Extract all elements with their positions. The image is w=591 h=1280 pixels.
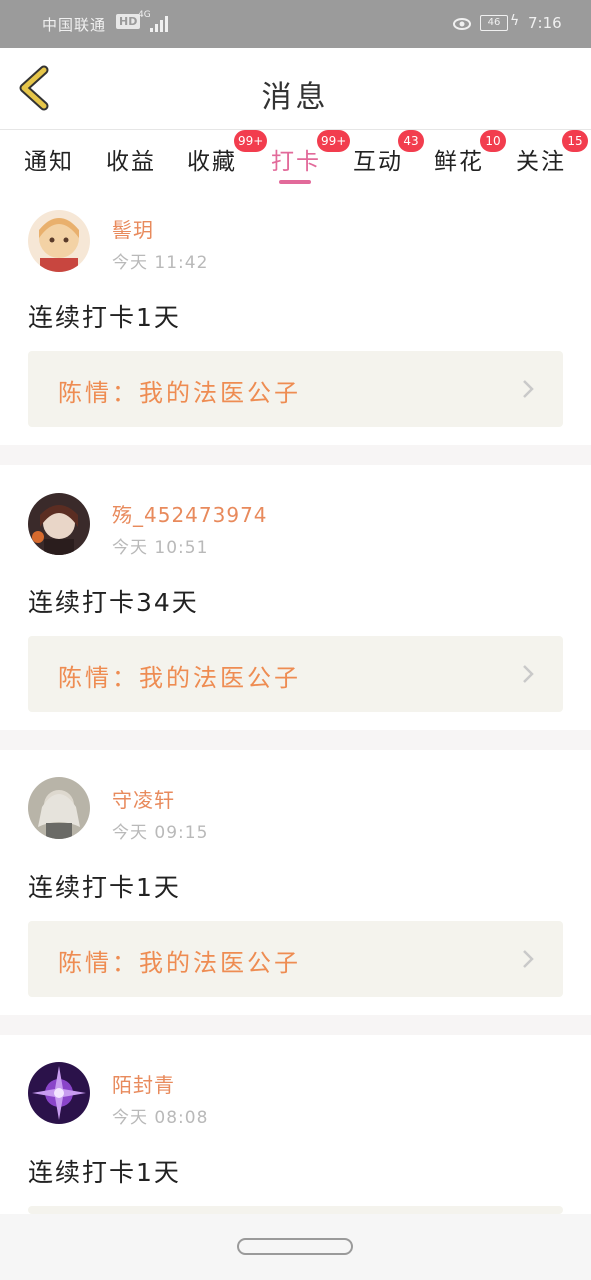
username[interactable]: 守凌轩	[112, 784, 175, 813]
tab-label: 收藏	[187, 149, 237, 175]
timestamp: 今天 10:51	[112, 538, 209, 558]
tab-follow[interactable]: 关注 15	[516, 130, 588, 192]
book-link[interactable]: 陈情：我的法医公子	[28, 921, 563, 997]
tab-checkin[interactable]: 打卡 99+	[271, 130, 351, 192]
tab-label: 互动	[353, 149, 403, 175]
tab-interaction[interactable]: 互动 43	[353, 130, 424, 192]
list-item: 殇_452473974 今天 10:51 连续打卡34天 陈情：我的法医公子	[0, 465, 591, 730]
system-nav-bar	[0, 1214, 591, 1280]
book-link[interactable]: 陈情：我的法医公子	[28, 636, 563, 712]
carrier-name: 中国联通	[42, 16, 107, 34]
signal-icon	[150, 16, 168, 32]
chevron-right-icon	[523, 665, 534, 683]
home-gesture-bar[interactable]	[237, 1238, 353, 1255]
header: 消息	[0, 48, 591, 130]
chevron-right-icon	[523, 950, 534, 968]
username[interactable]: 髻玥	[112, 214, 154, 243]
book-link-text: 陈情：我的法医公子	[58, 379, 301, 407]
list-item: 陌封青 今天 08:08 连续打卡1天	[0, 1035, 591, 1214]
book-link[interactable]: 陈情：我的法医公子	[28, 351, 563, 427]
message-text: 连续打卡1天	[28, 873, 181, 902]
book-link-text: 陈情：我的法医公子	[58, 949, 301, 977]
avatar[interactable]	[28, 493, 90, 555]
message-text: 连续打卡1天	[28, 1158, 181, 1187]
tab-badge: 99+	[234, 130, 268, 152]
tab-badge: 10	[480, 130, 506, 152]
tab-label: 收益	[106, 149, 156, 175]
book-link[interactable]	[28, 1206, 563, 1214]
list-item: 守凌轩 今天 09:15 连续打卡1天 陈情：我的法医公子	[0, 750, 591, 1015]
tab-badge: 15	[562, 130, 588, 152]
charging-icon: ϟ	[510, 13, 520, 29]
timestamp: 今天 11:42	[112, 253, 209, 273]
tab-favorites[interactable]: 收藏 99+	[187, 130, 268, 192]
chevron-right-icon	[523, 380, 534, 398]
tab-badge: 43	[398, 130, 424, 152]
tab-label: 关注	[516, 149, 566, 175]
network-type: 4G	[138, 10, 151, 20]
message-text: 连续打卡34天	[28, 588, 199, 617]
eye-icon	[452, 14, 472, 34]
tab-earnings[interactable]: 收益	[106, 142, 156, 192]
tab-label: 打卡	[271, 149, 321, 175]
timestamp: 今天 09:15	[112, 823, 209, 843]
status-bar: 中国联通 HD 4G 46 ϟ 7:16	[0, 0, 591, 48]
hd-badge: HD	[116, 14, 141, 29]
timestamp: 今天 08:08	[112, 1108, 209, 1128]
page-title: 消息	[261, 80, 330, 115]
active-tab-indicator	[279, 180, 311, 184]
tab-badge: 99+	[317, 130, 351, 152]
tab-label: 通知	[24, 149, 74, 175]
avatar[interactable]	[28, 1062, 90, 1124]
username[interactable]: 陌封青	[112, 1069, 175, 1098]
avatar[interactable]	[28, 210, 90, 272]
avatar[interactable]	[28, 777, 90, 839]
tab-notify[interactable]: 通知	[24, 142, 74, 192]
tab-bar: 通知 收益 收藏 99+ 打卡 99+ 互动 43 鲜花 10 关注 15	[0, 130, 591, 200]
list-item: 髻玥 今天 11:42 连续打卡1天 陈情：我的法医公子	[0, 200, 591, 445]
tab-label: 鲜花	[434, 149, 484, 175]
battery-icon: 46	[480, 15, 508, 31]
username[interactable]: 殇_452473974	[112, 499, 268, 528]
book-link-text: 陈情：我的法医公子	[58, 664, 301, 692]
clock: 7:16	[528, 14, 562, 32]
message-text: 连续打卡1天	[28, 303, 181, 332]
tab-flowers[interactable]: 鲜花 10	[434, 130, 506, 192]
